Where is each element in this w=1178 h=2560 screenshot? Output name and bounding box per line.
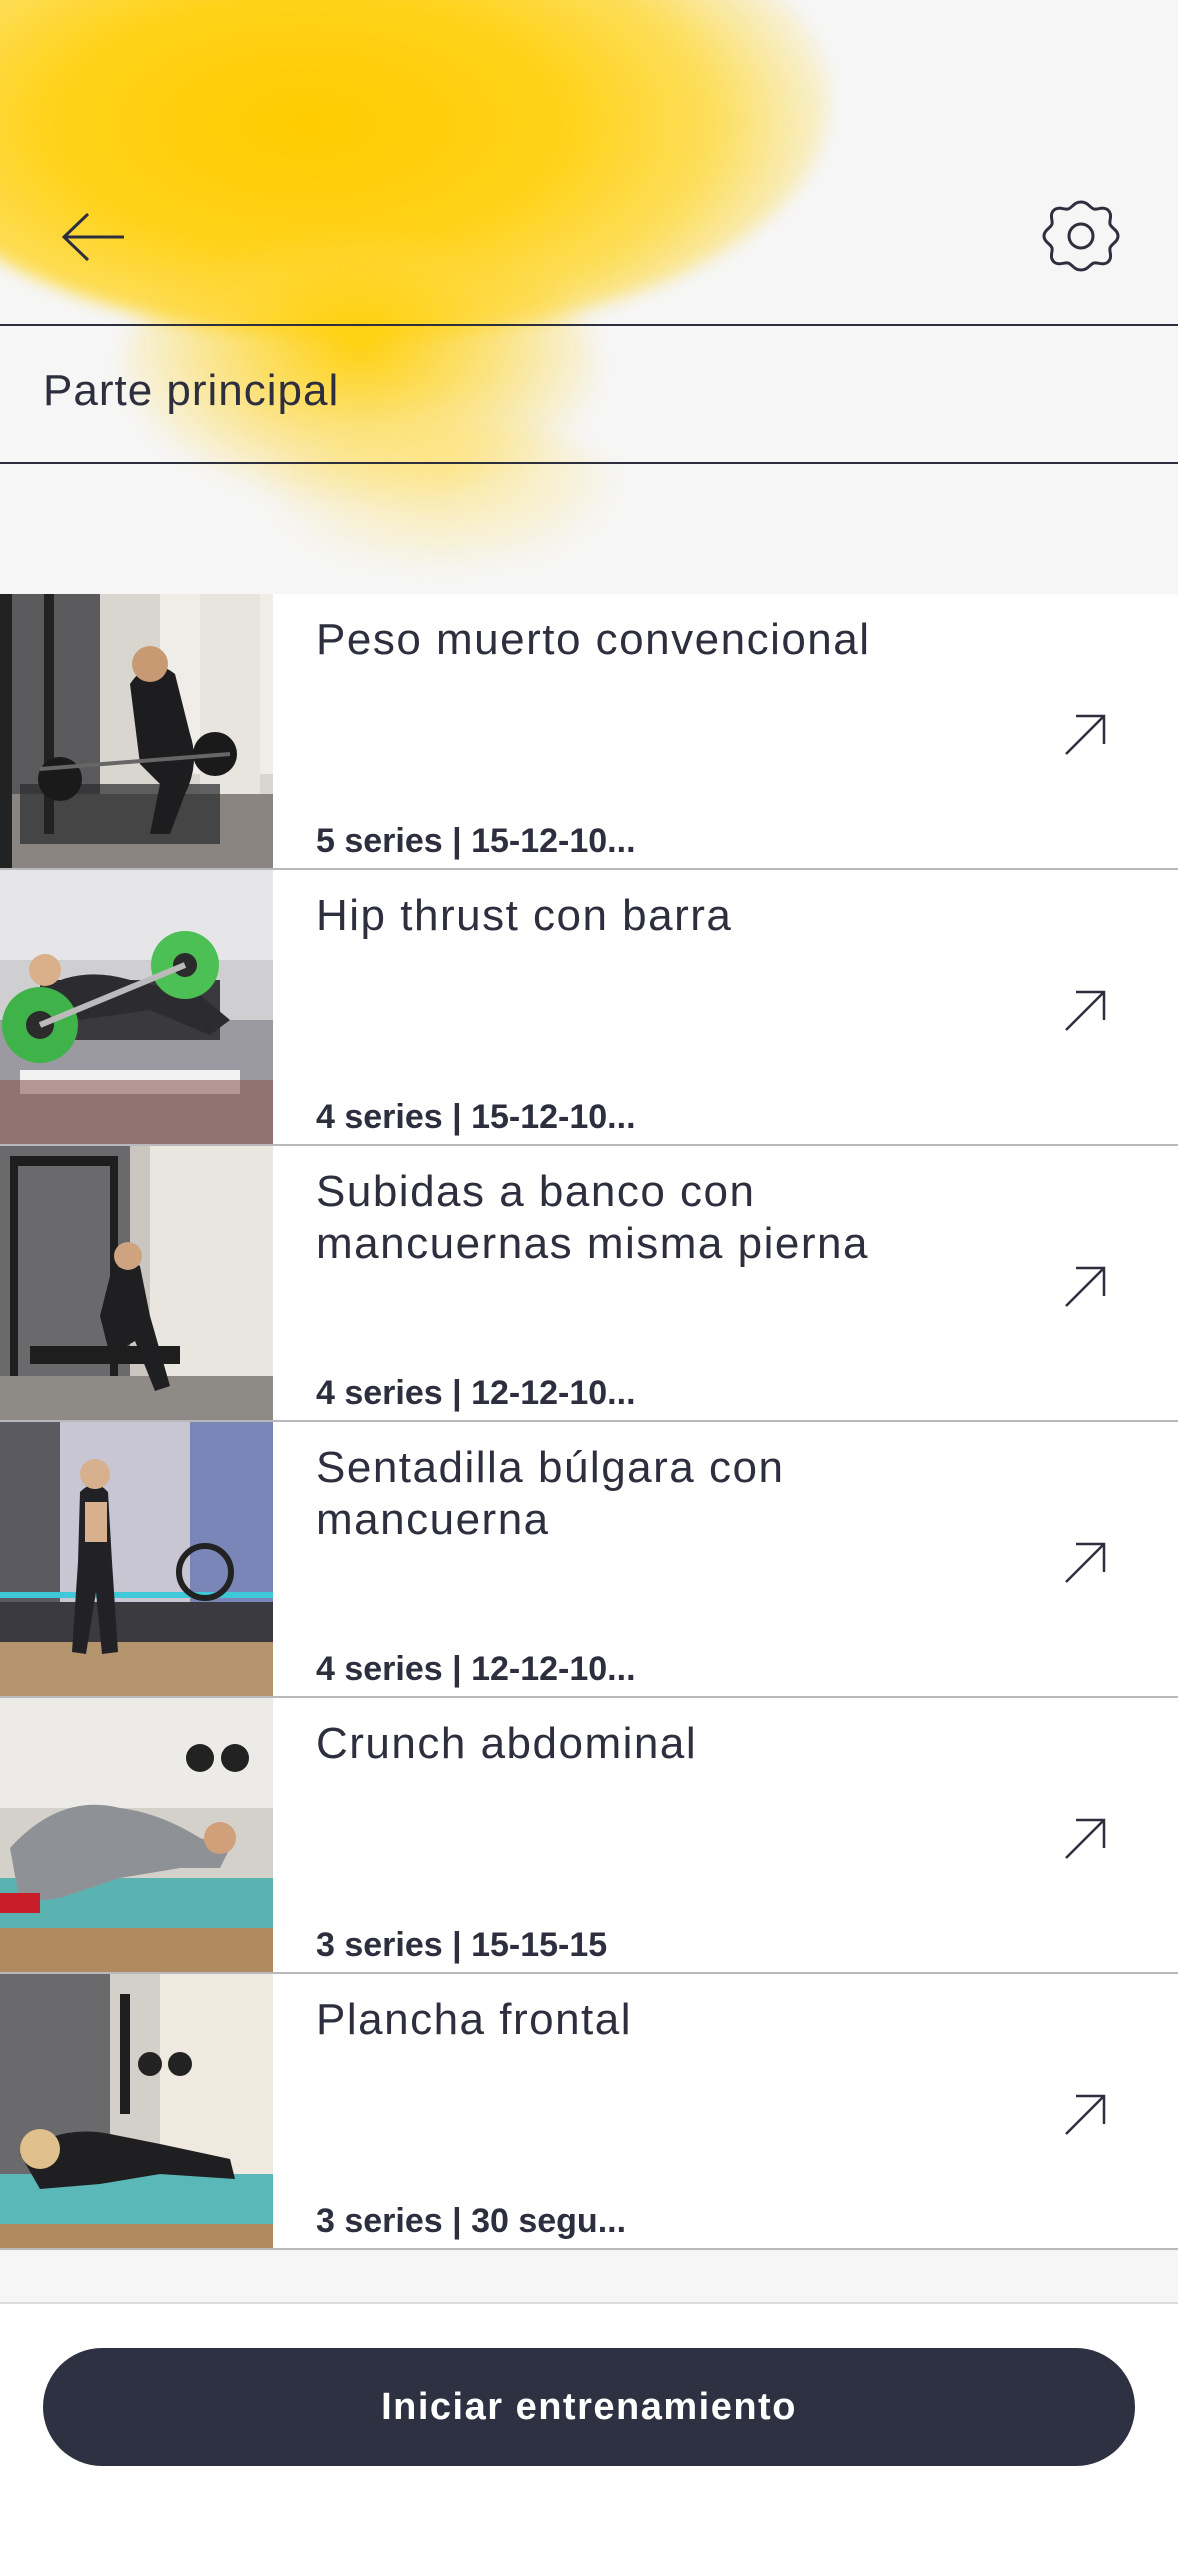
exercise-item[interactable]: Sentadilla búlgara con mancuerna 4 serie… bbox=[0, 1422, 1178, 1698]
exercise-title: Sentadilla búlgara con mancuerna bbox=[316, 1443, 785, 1544]
bottom-action-bar: Iniciar entrenamiento bbox=[0, 2302, 1178, 2560]
header-background bbox=[0, 0, 1178, 600]
exercise-item[interactable]: Crunch abdominal 3 series | 15-15-15 bbox=[0, 1698, 1178, 1974]
exercise-thumbnail bbox=[0, 870, 273, 1144]
exercise-item[interactable]: Hip thrust con barra 4 series | 15-12-10… bbox=[0, 870, 1178, 1146]
exercise-meta: 4 series | 15-12-10... bbox=[316, 1098, 636, 1136]
exercise-thumbnail bbox=[0, 1146, 273, 1420]
section-header: Parte principal bbox=[0, 324, 1178, 464]
back-button[interactable] bbox=[52, 202, 142, 272]
section-title: Parte principal bbox=[43, 366, 340, 415]
arrow-up-right-icon[interactable] bbox=[1060, 708, 1112, 760]
arrow-up-right-icon[interactable] bbox=[1060, 984, 1112, 1036]
exercise-title: Peso muerto convencional bbox=[316, 615, 871, 664]
exercise-meta: 4 series | 12-12-10... bbox=[316, 1650, 636, 1688]
exercise-title: Hip thrust con barra bbox=[316, 891, 733, 940]
exercise-thumbnail bbox=[0, 1422, 273, 1696]
exercise-item[interactable]: Subidas a banco con mancuernas misma pie… bbox=[0, 1146, 1178, 1422]
exercise-item[interactable]: Peso muerto convencional 5 series | 15-1… bbox=[0, 594, 1178, 870]
exercise-meta: 3 series | 30 segu... bbox=[316, 2202, 627, 2240]
exercise-thumbnail bbox=[0, 594, 273, 868]
exercise-item[interactable]: Plancha frontal 3 series | 30 segu... bbox=[0, 1974, 1178, 2250]
arrow-up-right-icon[interactable] bbox=[1060, 1260, 1112, 1312]
exercise-list: Peso muerto convencional 5 series | 15-1… bbox=[0, 594, 1178, 2250]
exercise-meta: 3 series | 15-15-15 bbox=[316, 1926, 608, 1964]
exercise-title: Subidas a banco con mancuernas misma pie… bbox=[316, 1167, 869, 1268]
exercise-meta: 4 series | 12-12-10... bbox=[316, 1374, 636, 1412]
exercise-thumbnail bbox=[0, 1698, 273, 1972]
settings-button[interactable] bbox=[1036, 194, 1126, 278]
start-workout-button[interactable]: Iniciar entrenamiento bbox=[43, 2348, 1135, 2466]
exercise-title: Plancha frontal bbox=[316, 1995, 633, 2044]
exercise-title: Crunch abdominal bbox=[316, 1719, 698, 1768]
top-bar bbox=[0, 180, 1178, 290]
exercise-thumbnail bbox=[0, 1974, 273, 2248]
arrow-up-right-icon[interactable] bbox=[1060, 2088, 1112, 2140]
arrow-left-icon bbox=[61, 212, 124, 262]
arrow-up-right-icon[interactable] bbox=[1060, 1812, 1112, 1864]
arrow-up-right-icon[interactable] bbox=[1060, 1536, 1112, 1588]
exercise-meta: 5 series | 15-12-10... bbox=[316, 822, 636, 860]
gear-icon bbox=[1042, 200, 1120, 272]
